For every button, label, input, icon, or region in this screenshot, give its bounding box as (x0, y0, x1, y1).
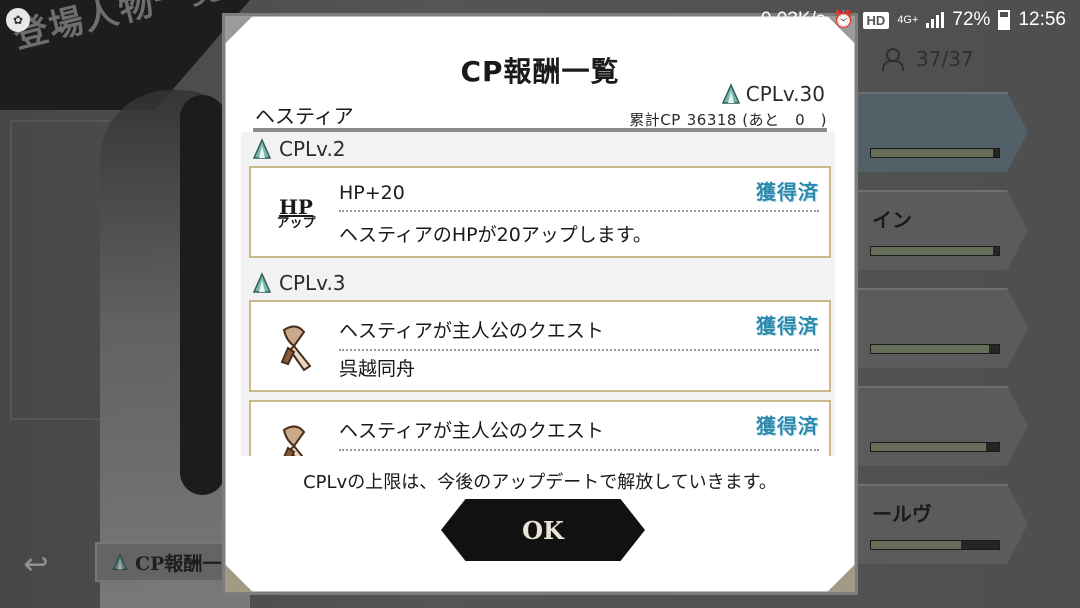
corner-ornament (809, 546, 855, 592)
reward-card: ヘスティアが主人公のクエスト 秘密 獲得済 (249, 400, 831, 456)
tent-icon (252, 272, 272, 293)
app-notification-icon: ✿ (6, 8, 30, 32)
cumulative-cp: 累計CP 36318 (あと 0 ) (629, 109, 827, 130)
reward-list[interactable]: CPLv.2 HP アップ HP+20 ヘスティアのHPが20アップします。 獲… (241, 132, 835, 456)
level-cap-notice: CPLvの上限は、今後のアップデートで解放していきます。 (303, 472, 777, 493)
ok-button[interactable]: OK (441, 499, 645, 561)
net-speed: 0.03K/s (760, 9, 826, 30)
reward-card: HP アップ HP+20 ヘスティアのHPが20アップします。 獲得済 (249, 166, 831, 258)
reward-title: ヘスティアが主人公のクエスト (339, 416, 819, 451)
alarm-icon: ⏰ (833, 10, 855, 29)
earned-badge: 獲得済 (756, 180, 819, 204)
battery-icon (998, 10, 1011, 30)
level-label: CPLv.3 (279, 271, 346, 295)
signal-icon (926, 12, 945, 28)
hp-up-icon-top: HP (279, 194, 313, 219)
character-name: ヘスティア (255, 104, 354, 128)
reward-title: HP+20 (339, 182, 819, 212)
battery-percent: 72% (952, 9, 991, 30)
level-label: CPLv.2 (279, 137, 346, 161)
reward-list-content: CPLv.2 HP アップ HP+20 ヘスティアのHPが20アップします。 獲… (249, 132, 835, 456)
scroll-icon (269, 320, 323, 374)
hd-badge: HD (862, 11, 890, 29)
level-header: CPLv.3 (249, 266, 835, 300)
tent-icon (721, 83, 740, 104)
level-header: CPLv.2 (249, 132, 835, 166)
cp-total-value: 36318 (686, 111, 737, 129)
network-type: 4G+ (897, 13, 919, 26)
reward-description: ヘスティアのHPが20アップします。 (339, 224, 652, 246)
clock: 12:56 (1018, 9, 1066, 30)
hp-up-icon-bottom: アップ (276, 215, 316, 231)
tent-icon (252, 138, 272, 159)
reward-description: 呉越同舟 (339, 358, 416, 380)
scroll-icon (269, 420, 323, 456)
reward-card: ヘスティアが主人公のクエスト 呉越同舟 獲得済 (249, 300, 831, 392)
cp-total-label: 累計CP (629, 111, 681, 129)
reward-description: 秘密 (339, 454, 377, 456)
cp-remaining: (あと 0 ) (742, 111, 827, 129)
status-bar: ✿ 0.03K/s ⏰ HD 4G+ 72% 12:56 (0, 0, 1080, 40)
hp-up-icon: HP アップ (269, 186, 323, 240)
earned-badge: 獲得済 (756, 414, 819, 438)
cp-level-value: CPLv.30 (745, 82, 825, 106)
cp-reward-dialog: CP報酬一覧 ヘスティア CPLv.30 累計CP 36318 (あと 0 ) C… (222, 13, 858, 595)
reward-title: ヘスティアが主人公のクエスト (339, 316, 819, 351)
earned-badge: 獲得済 (756, 314, 819, 338)
corner-ornament (225, 546, 271, 592)
current-cp-level: CPLv.30 (720, 82, 825, 106)
